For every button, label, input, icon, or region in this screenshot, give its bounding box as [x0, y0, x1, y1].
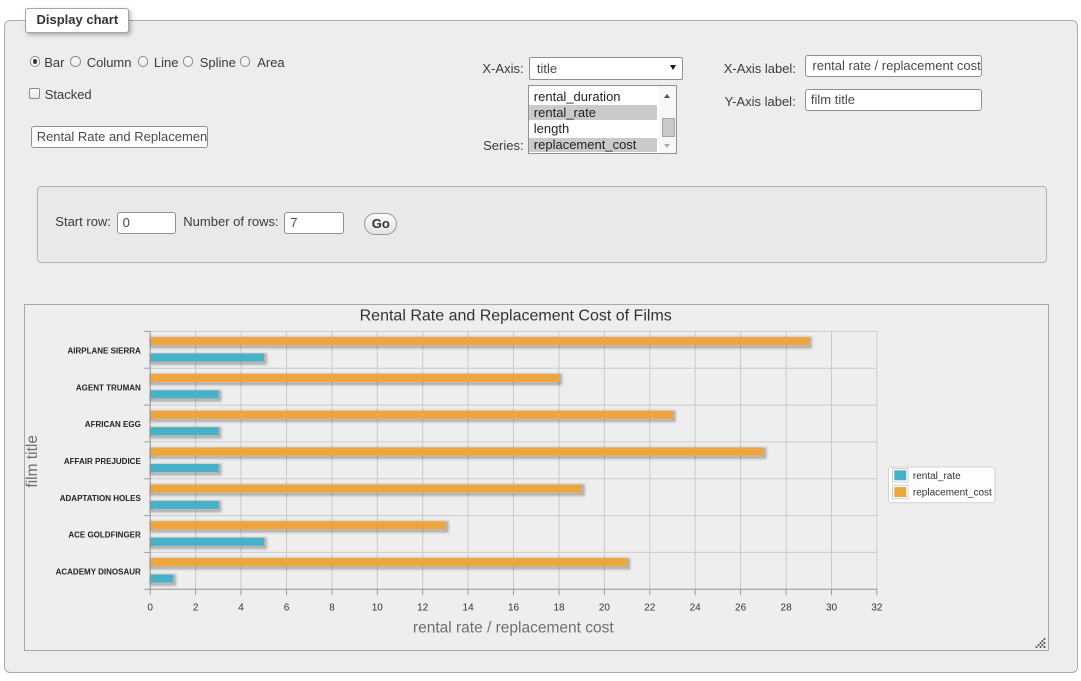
svg-text:18: 18 [553, 602, 565, 613]
svg-text:AIRPLANE SIERRA: AIRPLANE SIERRA [67, 346, 141, 355]
svg-text:26: 26 [735, 602, 747, 613]
svg-text:rental rate / replacement cost: rental rate / replacement cost [413, 619, 614, 636]
svg-text:film title: film title [24, 435, 41, 488]
svg-text:22: 22 [644, 602, 656, 613]
svg-text:ADAPTATION HOLES: ADAPTATION HOLES [60, 494, 142, 503]
svg-text:8: 8 [329, 602, 335, 613]
svg-text:30: 30 [826, 602, 838, 613]
svg-text:AGENT TRUMAN: AGENT TRUMAN [76, 383, 141, 392]
svg-text:rental_rate: rental_rate [913, 471, 961, 482]
svg-text:20: 20 [599, 602, 611, 613]
svg-text:Rental Rate and Replacement Co: Rental Rate and Replacement Cost of Film… [360, 308, 672, 325]
svg-text:AFFAIR PREJUDICE: AFFAIR PREJUDICE [64, 457, 142, 466]
svg-text:ACE GOLDFINGER: ACE GOLDFINGER [68, 531, 141, 540]
svg-text:32: 32 [871, 602, 883, 613]
svg-text:AFRICAN EGG: AFRICAN EGG [85, 420, 141, 429]
svg-text:24: 24 [690, 602, 702, 613]
svg-text:replacement_cost: replacement_cost [913, 487, 992, 498]
svg-text:10: 10 [372, 602, 384, 613]
svg-text:4: 4 [238, 602, 244, 613]
svg-text:12: 12 [417, 602, 429, 613]
svg-text:16: 16 [508, 602, 520, 613]
svg-text:28: 28 [781, 602, 793, 613]
svg-text:6: 6 [284, 602, 290, 613]
svg-text:2: 2 [193, 602, 199, 613]
svg-text:14: 14 [463, 602, 475, 613]
svg-text:ACADEMY DINOSAUR: ACADEMY DINOSAUR [56, 568, 141, 577]
svg-text:0: 0 [147, 602, 153, 613]
